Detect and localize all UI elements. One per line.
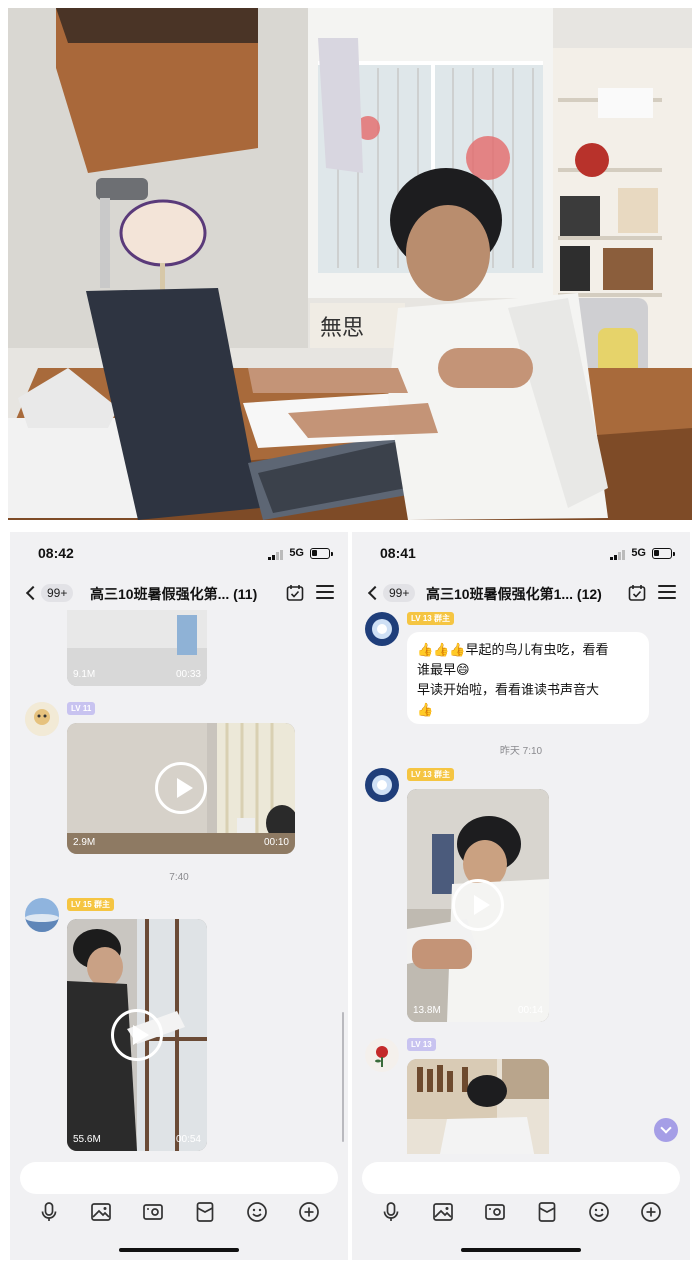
message-line: 👍👍👍早起的鸟儿有虫吃，看看 bbox=[417, 642, 609, 657]
scrollbar[interactable] bbox=[342, 1012, 344, 1142]
battery-icon bbox=[652, 548, 675, 559]
home-indicator[interactable] bbox=[119, 1248, 239, 1252]
play-icon[interactable] bbox=[155, 762, 207, 814]
study-photo: 無思 bbox=[8, 8, 692, 520]
microphone-icon[interactable] bbox=[37, 1200, 61, 1224]
video-duration: 00:33 bbox=[175, 669, 201, 680]
chat-nav-bar: 99+ 高三10班暑假强化第... (11) bbox=[10, 576, 348, 610]
plus-icon[interactable] bbox=[639, 1200, 663, 1224]
chat-message-list[interactable]: LV 13 群主 👍👍👍早起的鸟儿有虫吃，看看 谁最早😄 早读开始啦，看看谁读书… bbox=[352, 610, 690, 1154]
avatar[interactable] bbox=[365, 768, 399, 802]
red-packet-icon[interactable] bbox=[193, 1200, 217, 1224]
emoji-icon[interactable] bbox=[245, 1200, 269, 1224]
unread-count-badge: 99+ bbox=[383, 584, 416, 602]
chat-nav-bar: 99+ 高三10班暑假强化第1... (12) bbox=[352, 576, 690, 610]
back-chevron-icon bbox=[367, 585, 383, 601]
battery-icon bbox=[310, 548, 333, 559]
network-label: 5G bbox=[631, 547, 646, 559]
status-bar: 08:41 5G bbox=[352, 532, 690, 576]
signal-icon bbox=[268, 550, 283, 560]
back-button[interactable]: 99+ bbox=[366, 582, 416, 604]
image-icon[interactable] bbox=[89, 1200, 113, 1224]
status-time: 08:42 bbox=[38, 545, 74, 561]
video-message[interactable]: 9.1M 00:33 bbox=[67, 610, 207, 686]
camera-icon[interactable] bbox=[483, 1200, 507, 1224]
message-line: 👍 bbox=[417, 702, 434, 717]
message-input[interactable] bbox=[20, 1162, 338, 1194]
level-badge: LV 13 群主 bbox=[407, 612, 454, 625]
message-line: 早读开始啦，看看谁读书声音大 bbox=[417, 682, 600, 697]
red-packet-icon[interactable] bbox=[535, 1200, 559, 1224]
video-message[interactable]: 13.8M 00:14 bbox=[407, 789, 549, 1022]
menu-icon[interactable] bbox=[658, 585, 676, 601]
right-phone-screenshot: 08:41 5G 99+ 高三10班暑假强化第1... (12) LV 13 群… bbox=[352, 532, 690, 1260]
menu-icon[interactable] bbox=[316, 585, 334, 601]
input-area bbox=[352, 1154, 690, 1260]
avatar[interactable] bbox=[25, 702, 59, 736]
emoji-icon[interactable] bbox=[587, 1200, 611, 1224]
video-size: 13.8M bbox=[413, 1005, 441, 1016]
video-message[interactable]: 2.9M 00:10 bbox=[67, 723, 295, 854]
play-icon[interactable] bbox=[111, 1009, 163, 1061]
screenshot-collage: 無思 08:42 5G 99+ 高三10班暑假强化第... (11) 9.1M … bbox=[0, 0, 700, 1272]
status-time: 08:41 bbox=[380, 545, 416, 561]
svg-text:無思: 無思 bbox=[320, 316, 364, 341]
chat-title: 高三10班暑假强化第1... (12) bbox=[426, 586, 602, 602]
level-badge: LV 11 bbox=[67, 702, 96, 715]
status-bar: 08:42 5G bbox=[10, 532, 348, 576]
level-badge: LV 15 群主 bbox=[67, 898, 114, 911]
video-size: 9.1M bbox=[73, 669, 96, 680]
message-timestamp: 7:40 bbox=[169, 872, 189, 883]
message-timestamp: 昨天 7:10 bbox=[499, 746, 543, 757]
camera-icon[interactable] bbox=[141, 1200, 165, 1224]
video-size: 2.9M bbox=[73, 837, 96, 848]
signal-icon bbox=[610, 550, 625, 560]
video-duration: 00:54 bbox=[175, 1134, 201, 1145]
calendar-check-icon[interactable] bbox=[628, 584, 646, 602]
message-input[interactable] bbox=[362, 1162, 680, 1194]
chat-message-list[interactable]: 9.1M 00:33 LV 11 2.9M 00:10 7:40 LV 15 群… bbox=[10, 610, 348, 1154]
video-message[interactable]: 55.6M 00:54 bbox=[67, 919, 207, 1151]
image-icon[interactable] bbox=[431, 1200, 455, 1224]
back-button[interactable]: 99+ bbox=[24, 582, 74, 604]
chat-title: 高三10班暑假强化第... (11) bbox=[90, 586, 258, 602]
message-line: 谁最早😄 bbox=[417, 662, 470, 677]
video-size: 55.6M bbox=[73, 1134, 101, 1145]
microphone-icon[interactable] bbox=[379, 1200, 403, 1224]
network-label: 5G bbox=[289, 547, 304, 559]
scroll-to-bottom-button[interactable] bbox=[654, 1118, 678, 1142]
play-icon[interactable] bbox=[452, 879, 504, 931]
plus-icon[interactable] bbox=[297, 1200, 321, 1224]
video-duration: 00:10 bbox=[263, 837, 289, 848]
left-phone-screenshot: 08:42 5G 99+ 高三10班暑假强化第... (11) 9.1M 00:… bbox=[10, 532, 348, 1260]
avatar[interactable] bbox=[365, 612, 399, 646]
level-badge: LV 13 bbox=[407, 1038, 436, 1051]
level-badge: LV 13 群主 bbox=[407, 768, 454, 781]
video-message[interactable] bbox=[407, 1059, 549, 1154]
home-indicator[interactable] bbox=[461, 1248, 581, 1252]
input-area bbox=[10, 1154, 348, 1260]
text-message[interactable]: 👍👍👍早起的鸟儿有虫吃，看看 谁最早😄 早读开始啦，看看谁读书声音大 👍 bbox=[407, 632, 649, 724]
avatar[interactable] bbox=[365, 1038, 399, 1072]
unread-count-badge: 99+ bbox=[41, 584, 74, 602]
back-chevron-icon bbox=[25, 585, 41, 601]
avatar[interactable] bbox=[25, 898, 59, 932]
calendar-check-icon[interactable] bbox=[286, 584, 304, 602]
video-duration: 00:14 bbox=[517, 1005, 543, 1016]
